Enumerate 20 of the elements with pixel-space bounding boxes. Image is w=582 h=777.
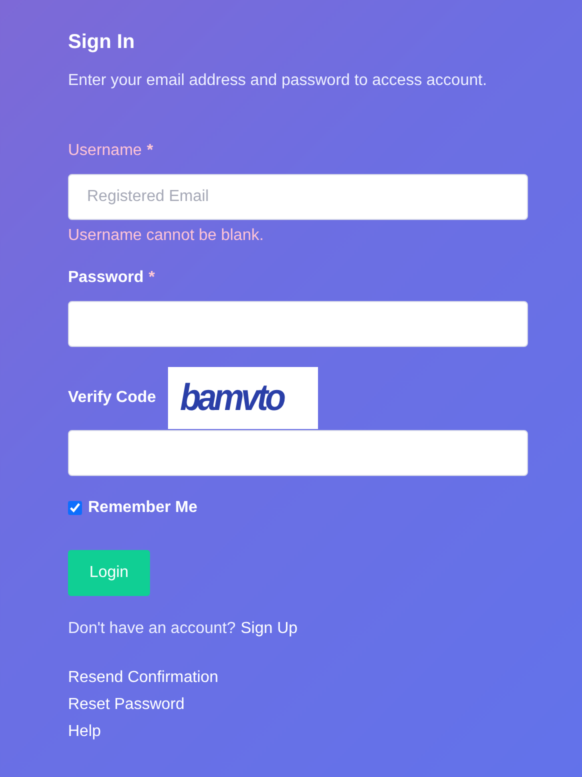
instruction-text: Enter your email address and password to access account. (68, 71, 488, 91)
required-mark: * (148, 268, 155, 288)
field-label: Verify Code (68, 388, 156, 408)
signup-link[interactable]: Sign Up (240, 618, 298, 640)
signup-prompt: Don't have an account? (68, 619, 236, 639)
input-field[interactable]: Registered Email (68, 174, 528, 220)
remember-checkbox[interactable] (68, 501, 82, 515)
checkbox-label: Remember Me (88, 499, 198, 517)
field-label: Username (68, 141, 142, 161)
page-title: Sign In (68, 30, 136, 55)
captcha-text: bamvto (180, 376, 283, 420)
captcha-image[interactable]: bamvto (168, 367, 318, 429)
help-link[interactable]: Resend Confirmation (68, 664, 218, 691)
help-link[interactable]: Help (68, 718, 101, 745)
required-mark: * (146, 141, 154, 161)
input-field[interactable] (68, 430, 528, 476)
error-message: Username cannot be blank. (68, 226, 265, 246)
input-field[interactable] (68, 301, 528, 347)
field-label: Password (68, 268, 144, 288)
help-link[interactable]: Reset Password (68, 691, 184, 718)
